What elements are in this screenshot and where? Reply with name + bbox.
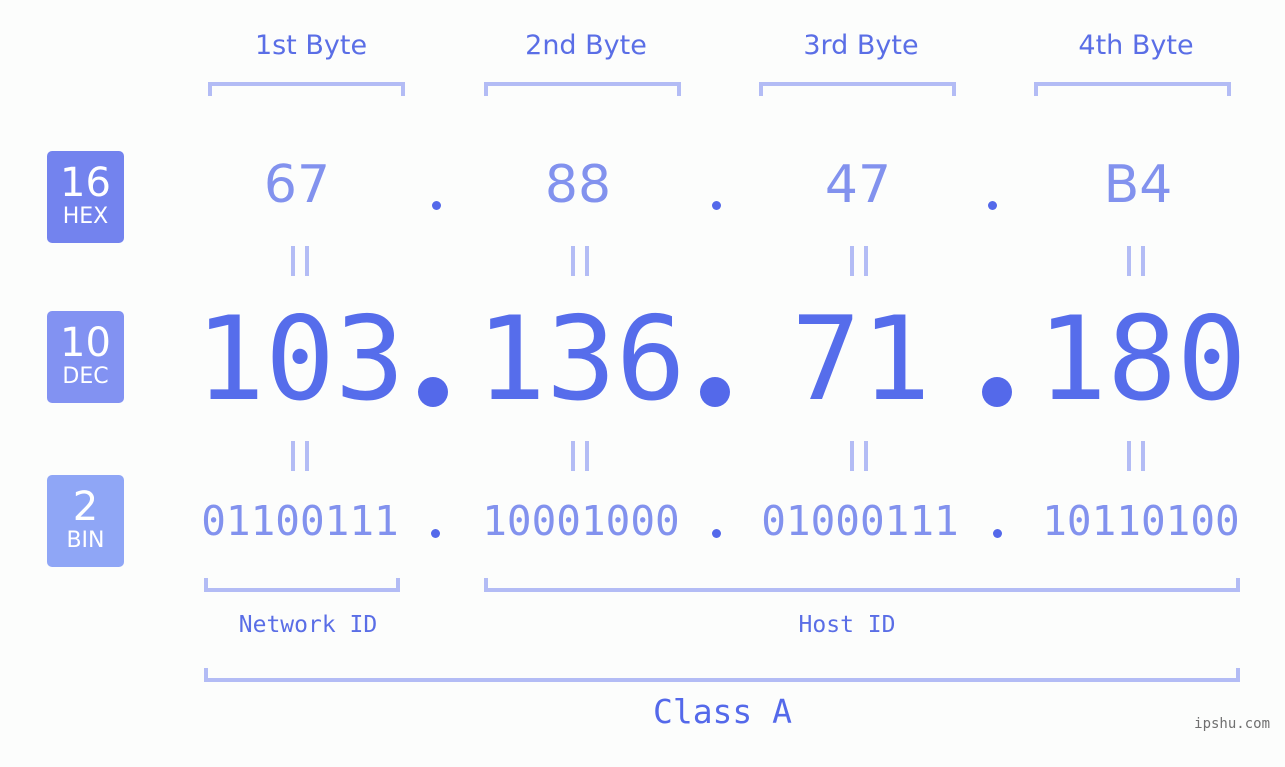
hex-byte-1: 67 (263, 155, 331, 215)
equals-icon (850, 246, 868, 276)
bin-dot-3 (993, 529, 1002, 538)
dec-badge-label: DEC (62, 364, 109, 389)
byte-header-2: 2nd Byte (525, 30, 647, 61)
network-id-label: Network ID (238, 612, 378, 638)
dec-byte-3: 71 (791, 292, 931, 427)
equals-icon (850, 441, 868, 471)
class-label: Class A (652, 692, 793, 731)
bin-dot-1 (431, 529, 440, 538)
byte-header-1: 1st Byte (254, 30, 368, 61)
dec-byte-2: 136 (476, 292, 686, 427)
bin-dot-2 (712, 529, 721, 538)
dec-badge-number: 10 (60, 320, 111, 366)
dec-byte-4: 180 (1037, 292, 1247, 427)
host-id-label: Host ID (798, 612, 896, 638)
bin-badge-number: 2 (72, 484, 99, 530)
bin-byte-1: 01100111 (201, 497, 399, 545)
byte-bracket-1 (208, 82, 405, 96)
dec-dot-3 (982, 377, 1012, 407)
byte-header-4: 4th Byte (1078, 30, 1194, 61)
bin-byte-3: 01000111 (761, 497, 959, 545)
byte-bracket-4 (1034, 82, 1231, 96)
dec-badge: 10 DEC (47, 311, 124, 403)
hex-dot-3 (988, 201, 997, 210)
bin-byte-4: 10110100 (1042, 497, 1240, 545)
dec-dot-1 (418, 377, 448, 407)
bin-badge-label: BIN (66, 528, 105, 553)
bin-byte-2: 10001000 (482, 497, 680, 545)
watermark: ipshu.com (1194, 716, 1270, 732)
equals-icon (571, 441, 589, 471)
byte-bracket-2 (484, 82, 681, 96)
byte-bracket-3 (759, 82, 956, 96)
equals-icon (571, 246, 589, 276)
hex-byte-4: B4 (1103, 155, 1173, 215)
hex-byte-2: 88 (544, 155, 612, 215)
class-bracket (204, 668, 1240, 682)
hex-badge-number: 16 (60, 160, 111, 206)
network-id-bracket (204, 578, 400, 592)
equals-icon (1127, 441, 1145, 471)
equals-icon (291, 441, 309, 471)
host-id-bracket (484, 578, 1240, 592)
hex-badge: 16 HEX (47, 151, 124, 243)
dec-dot-2 (700, 377, 730, 407)
equals-icon (1127, 246, 1145, 276)
hex-dot-2 (712, 201, 721, 210)
dec-byte-1: 103 (195, 292, 405, 427)
byte-header-3: 3rd Byte (803, 30, 919, 61)
hex-dot-1 (432, 201, 441, 210)
hex-byte-3: 47 (824, 155, 892, 215)
bin-badge: 2 BIN (47, 475, 124, 567)
equals-icon (291, 246, 309, 276)
hex-badge-label: HEX (62, 204, 109, 229)
